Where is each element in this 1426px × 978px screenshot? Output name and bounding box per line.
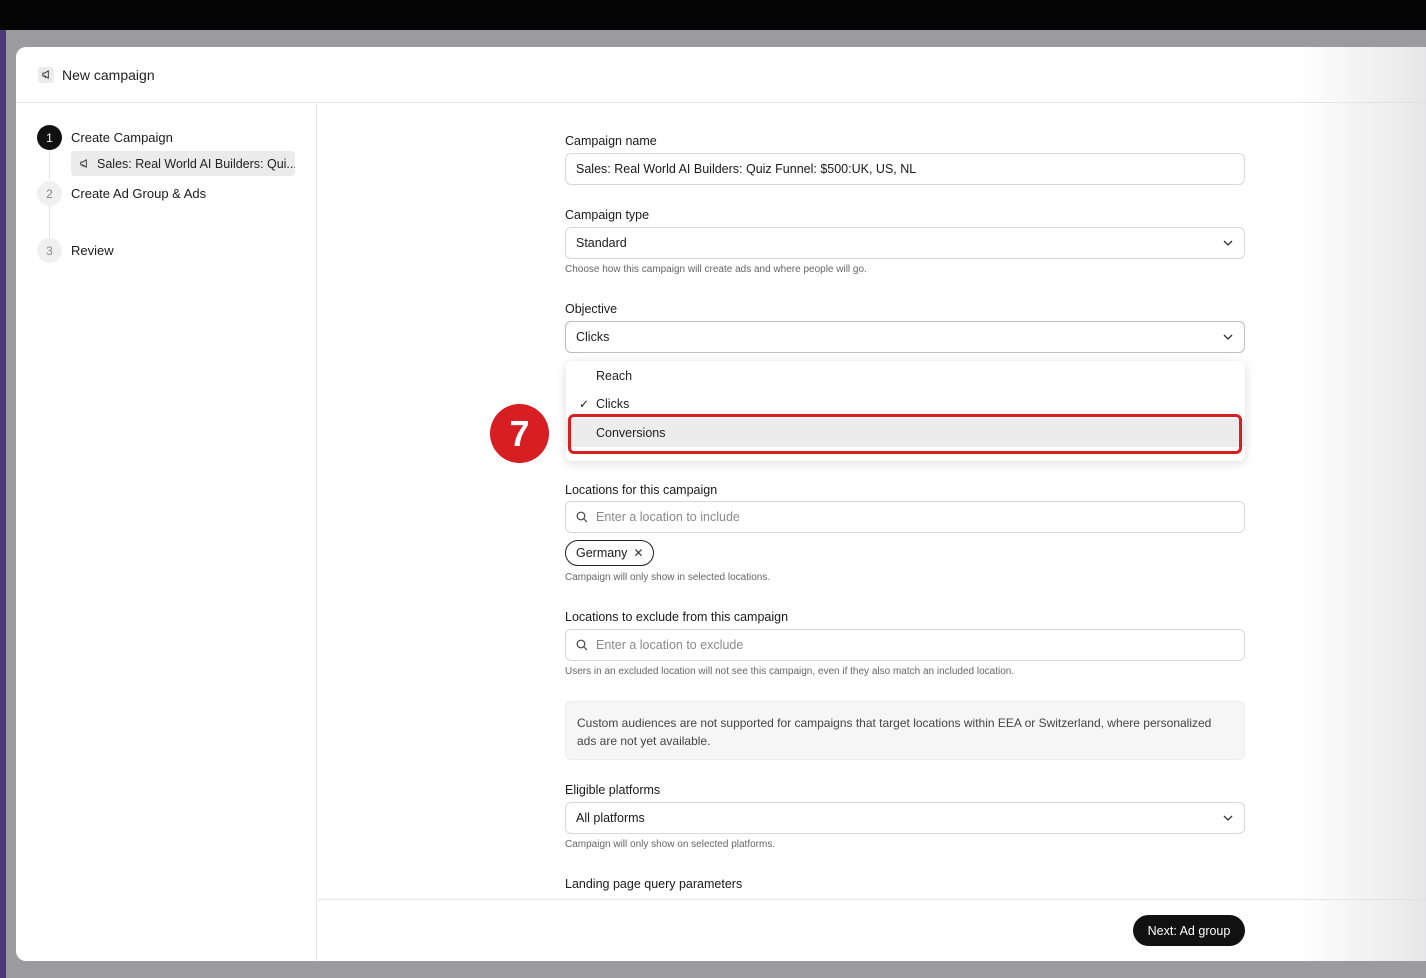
exclude-label: Locations to exclude from this campaign bbox=[565, 610, 789, 624]
platforms-helper: Campaign will only show on selected plat… bbox=[565, 839, 776, 850]
chevron-down-icon bbox=[1222, 331, 1234, 346]
option-reach[interactable]: Reach bbox=[566, 362, 1245, 390]
search-icon bbox=[576, 639, 588, 651]
screen-top-bar bbox=[0, 0, 1426, 30]
step-label: Create Campaign bbox=[71, 130, 173, 145]
step-number: 1 bbox=[37, 125, 62, 150]
step-label: Create Ad Group & Ads bbox=[71, 186, 207, 201]
locations-include-input[interactable] bbox=[596, 510, 1196, 524]
campaign-type-value: Standard bbox=[576, 236, 627, 250]
platforms-label: Eligible platforms bbox=[565, 783, 661, 797]
steps-sidebar: 1 Create Campaign Sales: Real World AI B… bbox=[16, 103, 317, 961]
search-icon bbox=[576, 511, 588, 523]
option-label: Clicks bbox=[596, 397, 630, 411]
campaign-type-label: Campaign type bbox=[565, 208, 650, 222]
objective-label: Objective bbox=[565, 302, 618, 316]
step-number: 3 bbox=[37, 238, 62, 263]
step-number: 2 bbox=[37, 181, 62, 206]
step-connector bbox=[49, 150, 50, 180]
locations-exclude-field[interactable] bbox=[565, 629, 1245, 661]
campaign-type-select[interactable]: Standard bbox=[565, 227, 1245, 259]
location-chip-germany[interactable]: Germany ✕ bbox=[565, 540, 655, 566]
landing-params-label: Landing page query parameters bbox=[565, 877, 743, 891]
locations-exclude-input[interactable] bbox=[596, 638, 1196, 652]
objective-value: Clicks bbox=[576, 330, 610, 344]
locations-label: Locations for this campaign bbox=[565, 483, 718, 497]
annotation-highlight-box bbox=[568, 414, 1242, 454]
modal-footer: Next: Ad group bbox=[318, 899, 1426, 961]
campaign-form: Campaign name Sales: Real World AI Build… bbox=[318, 103, 1426, 899]
megaphone-icon bbox=[38, 66, 54, 83]
option-label: Reach bbox=[596, 369, 633, 383]
eea-notice: Custom audiences are not supported for c… bbox=[565, 701, 1245, 760]
chip-label: Germany bbox=[576, 546, 628, 560]
check-icon: ✓ bbox=[579, 397, 590, 411]
locations-helper: Campaign will only show in selected loca… bbox=[565, 572, 771, 583]
platforms-value: All platforms bbox=[576, 811, 645, 825]
step-create-ad-group[interactable]: 2 Create Ad Group & Ads bbox=[37, 181, 206, 206]
right-edge-shade bbox=[1300, 47, 1426, 961]
modal-title: New campaign bbox=[62, 66, 155, 83]
window-edge bbox=[0, 30, 6, 978]
sidebar-item-campaign[interactable]: Sales: Real World AI Builders: Qui... bbox=[71, 151, 295, 176]
step-annotation-badge: 7 bbox=[490, 404, 549, 463]
locations-include-field[interactable] bbox=[565, 501, 1245, 533]
close-icon[interactable]: ✕ bbox=[633, 546, 643, 560]
modal-header: New campaign bbox=[16, 47, 1426, 103]
step-label: Review bbox=[71, 243, 114, 258]
campaign-name-field[interactable]: Sales: Real World AI Builders: Quiz Funn… bbox=[565, 153, 1245, 185]
chevron-down-icon bbox=[1222, 237, 1234, 252]
objective-select[interactable]: Clicks bbox=[565, 321, 1245, 353]
campaign-name-value: Sales: Real World AI Builders: Quiz Funn… bbox=[576, 162, 917, 176]
megaphone-icon bbox=[79, 158, 90, 169]
campaign-name-label: Campaign name bbox=[565, 134, 657, 148]
next-ad-group-button[interactable]: Next: Ad group bbox=[1133, 915, 1245, 946]
sidebar-item-label: Sales: Real World AI Builders: Qui... bbox=[97, 156, 295, 171]
exclude-helper: Users in an excluded location will not s… bbox=[565, 666, 1015, 677]
platforms-select[interactable]: All platforms bbox=[565, 802, 1245, 834]
chevron-down-icon bbox=[1222, 812, 1234, 827]
step-create-campaign[interactable]: 1 Create Campaign bbox=[37, 125, 173, 150]
campaign-type-helper: Choose how this campaign will create ads… bbox=[565, 264, 867, 275]
step-review[interactable]: 3 Review bbox=[37, 238, 114, 263]
